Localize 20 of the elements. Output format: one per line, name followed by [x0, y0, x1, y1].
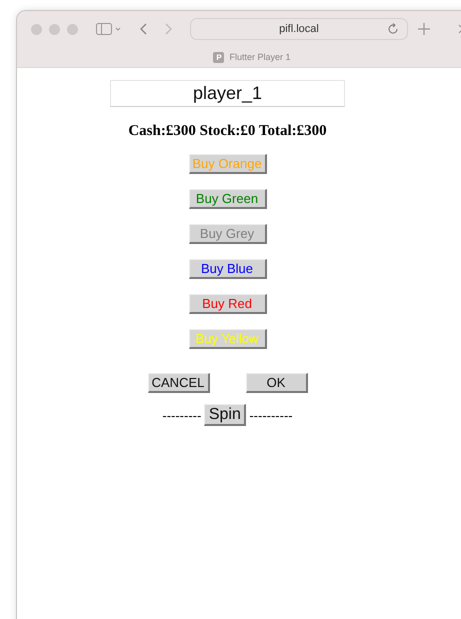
- sidebar-icon[interactable]: [96, 23, 122, 35]
- player-name-field[interactable]: player_1: [110, 80, 345, 107]
- minimize-window-icon[interactable]: [49, 24, 60, 34]
- cancel-button[interactable]: CANCEL: [148, 373, 210, 393]
- zoom-window-icon[interactable]: [67, 24, 78, 34]
- new-tab-icon[interactable]: [418, 23, 430, 35]
- favicon: P: [213, 52, 224, 62]
- buy-button[interactable]: Buy Blue: [188, 259, 266, 279]
- spin-button[interactable]: Spin: [204, 404, 246, 426]
- ok-button[interactable]: OK: [246, 373, 308, 393]
- buy-button[interactable]: Buy Green: [188, 189, 266, 209]
- stats-text: Cash:£300 Stock:£0 Total:£300: [128, 123, 327, 140]
- dash-line: ---------: [162, 408, 202, 422]
- reload-icon[interactable]: [388, 23, 399, 35]
- back-icon[interactable]: [140, 23, 148, 35]
- dash-line: ----------: [249, 408, 293, 422]
- tab-title[interactable]: Flutter Player 1: [229, 52, 291, 62]
- close-window-icon[interactable]: [31, 24, 42, 34]
- address-bar[interactable]: pifl.local: [190, 18, 408, 40]
- forward-icon[interactable]: [164, 23, 172, 35]
